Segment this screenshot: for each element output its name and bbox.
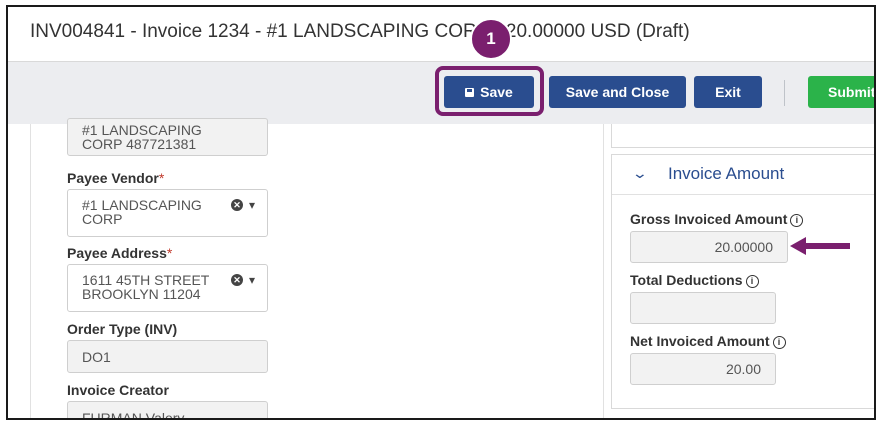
- chevron-down-icon[interactable]: ▾: [249, 273, 255, 287]
- order-type-label: Order Type (INV): [67, 321, 178, 337]
- left-column: #1 LANDSCAPING CORP 487721381 Payee Vend…: [30, 118, 604, 418]
- window-frame: INV004841 - Invoice 1234 - #1 LANDSCAPIN…: [6, 5, 876, 420]
- toolbar-divider: [784, 80, 785, 106]
- info-icon[interactable]: i: [790, 213, 804, 227]
- invoice-amount-panel: ⌄ Invoice Amount Gross Invoiced Amount i …: [611, 154, 874, 409]
- net-invoiced-amount-field[interactable]: 20.00: [630, 353, 776, 385]
- total-deductions-label: Total Deductions i: [630, 272, 759, 288]
- vendor-id-field: #1 LANDSCAPING CORP 487721381: [67, 118, 268, 156]
- exit-button[interactable]: Exit: [694, 76, 762, 108]
- submit-button[interactable]: Submit: [808, 76, 874, 108]
- invoice-amount-header[interactable]: ⌄ Invoice Amount: [612, 155, 874, 195]
- gross-invoiced-amount-label: Gross Invoiced Amount i: [630, 211, 804, 227]
- save-and-close-button[interactable]: Save and Close: [549, 76, 686, 108]
- total-deductions-field[interactable]: [630, 292, 776, 324]
- clear-icon[interactable]: ✕: [230, 274, 243, 286]
- previous-panel: [611, 124, 874, 148]
- required-marker: *: [166, 245, 173, 261]
- step-badge: 1: [470, 18, 512, 60]
- title-bar: INV004841 - Invoice 1234 - #1 LANDSCAPIN…: [8, 7, 874, 62]
- payee-address-select[interactable]: 1611 45TH STREET BROOKLYN 11204 ✕ ▾: [67, 264, 268, 312]
- gross-invoiced-amount-field[interactable]: 20.00000: [630, 231, 788, 263]
- info-icon[interactable]: i: [772, 335, 786, 349]
- form-content: #1 LANDSCAPING CORP 487721381 Payee Vend…: [8, 118, 874, 418]
- save-highlight-box: [435, 66, 544, 116]
- info-icon[interactable]: i: [745, 274, 759, 288]
- section-title: Invoice Amount: [668, 164, 785, 183]
- collapse-chevron-icon[interactable]: ⌄: [632, 165, 648, 182]
- net-invoiced-amount-label: Net Invoiced Amount i: [630, 333, 786, 349]
- chevron-down-icon[interactable]: ▾: [249, 198, 255, 212]
- payee-address-label: Payee Address*: [67, 245, 173, 261]
- page-title: INV004841 - Invoice 1234 - #1 LANDSCAPIN…: [30, 21, 690, 42]
- pointer-arrow-icon: [790, 237, 850, 255]
- invoice-creator-field: FURMAN Valery: [67, 401, 268, 418]
- clear-icon[interactable]: ✕: [230, 199, 243, 211]
- payee-vendor-select[interactable]: #1 LANDSCAPING CORP ✕ ▾: [67, 189, 268, 237]
- order-type-field: DO1: [67, 340, 268, 373]
- payee-vendor-label: Payee Vendor*: [67, 170, 165, 186]
- invoice-creator-label: Invoice Creator: [67, 382, 169, 398]
- required-marker: *: [158, 170, 165, 186]
